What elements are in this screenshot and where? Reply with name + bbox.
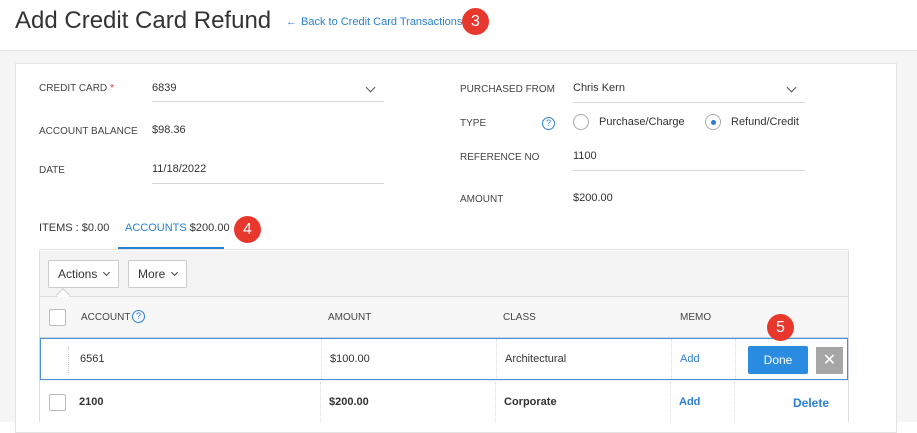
credit-card-label: CREDIT CARD * [39, 83, 115, 94]
column-header-class: CLASS [503, 312, 536, 323]
select-all-checkbox[interactable] [49, 309, 66, 326]
refund-credit-radio[interactable] [705, 114, 721, 130]
refund-credit-label: Refund/Credit [731, 116, 799, 128]
memo-add-link[interactable]: Add [680, 353, 700, 365]
purchase-charge-radio[interactable] [573, 114, 589, 130]
tab-accounts-label: ACCOUNTS [125, 222, 187, 234]
column-header-memo: MEMO [680, 312, 712, 323]
reference-no-underline [573, 170, 805, 171]
type-help-icon[interactable]: ? [542, 117, 555, 130]
purchase-charge-label: Purchase/Charge [599, 116, 685, 128]
active-tab-indicator [118, 247, 224, 249]
purchased-from-select[interactable]: Chris Kern [573, 82, 625, 94]
credit-card-select[interactable]: 6839 [152, 82, 176, 94]
actions-dropdown[interactable]: Actions [48, 260, 120, 288]
tabs-divider [39, 249, 849, 250]
page-header: Add Credit Card Refund ← Back to Credit C… [0, 0, 917, 51]
more-label: More [138, 267, 166, 281]
step-marker-3: 3 [462, 8, 489, 35]
table-header: ACCOUNT ? AMOUNT CLASS MEMO [40, 297, 848, 338]
step-marker-5: 5 [767, 314, 794, 341]
type-label: TYPE [460, 118, 487, 129]
date-input[interactable]: 11/18/2022 [152, 163, 206, 175]
account-cell[interactable]: 6561 [72, 339, 322, 379]
memo-add-link[interactable]: Add [679, 396, 700, 408]
row-checkbox[interactable] [49, 394, 66, 411]
tab-items[interactable]: ITEMS : $0.00 [39, 222, 109, 234]
done-button[interactable]: Done [748, 346, 808, 374]
more-dropdown[interactable]: More [128, 260, 188, 288]
back-link-label: Back to Credit Card Transactions [301, 16, 463, 28]
reference-no-label: REFERENCE NO [460, 152, 540, 163]
required-asterisk: * [110, 83, 115, 94]
column-header-amount: AMOUNT [328, 312, 372, 323]
accounts-grid: Actions More ACCOUNT ? AMOUNT CLASS MEMO… [39, 251, 849, 422]
amount-label: AMOUNT [460, 194, 504, 205]
back-to-transactions-link[interactable]: ← Back to Credit Card Transactions [286, 16, 462, 28]
amount-cell: $200.00 [321, 382, 496, 422]
step-marker-4: 4 [234, 216, 261, 243]
grid-toolbar: Actions More [40, 251, 848, 297]
date-label: DATE [39, 165, 65, 176]
class-cell: Corporate [496, 382, 671, 422]
memo-cell: Add [671, 382, 735, 422]
close-icon[interactable]: ✕ [816, 347, 843, 374]
account-help-icon[interactable]: ? [132, 310, 145, 323]
amount-cell[interactable]: $100.00 [322, 339, 497, 379]
purchased-from-label: PURCHASED FROM [460, 84, 556, 95]
account-cell: 2100 [71, 382, 321, 422]
table-row[interactable]: 2100 $200.00 Corporate Add [40, 382, 848, 424]
back-arrow-icon: ← [286, 16, 297, 28]
tab-accounts-amount: $200.00 [189, 222, 230, 234]
table-row[interactable]: 6561 $100.00 Architectural Add [40, 338, 848, 380]
tab-accounts[interactable]: ACCOUNTS $200.00 [125, 222, 230, 234]
amount-value: $200.00 [573, 192, 613, 204]
account-balance-label: ACCOUNT BALANCE [39, 126, 138, 137]
class-cell[interactable]: Architectural [497, 339, 672, 379]
memo-cell: Add [672, 339, 736, 379]
purchased-from-underline [573, 102, 805, 103]
actions-label: Actions [58, 267, 98, 281]
page-title: Add Credit Card Refund [15, 7, 272, 34]
reference-no-input[interactable]: 1100 [573, 150, 597, 162]
account-balance-value: $98.36 [152, 124, 186, 136]
chevron-down-icon [103, 268, 111, 277]
date-underline [152, 183, 384, 184]
column-header-account: ACCOUNT [81, 312, 131, 323]
delete-row-link[interactable]: Delete [793, 396, 829, 410]
credit-card-underline [152, 101, 384, 102]
chevron-down-icon [171, 268, 179, 277]
